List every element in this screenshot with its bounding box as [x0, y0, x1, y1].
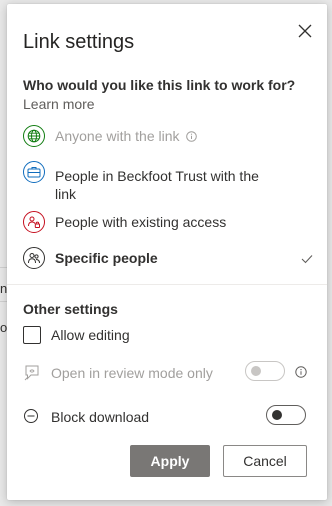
option-label: Anyone with the link [55, 128, 180, 144]
apply-button[interactable]: Apply [130, 445, 210, 477]
option-specific-people[interactable]: Specific people [23, 247, 313, 269]
panel-title: Link settings [23, 31, 135, 53]
other-settings-title: Other settings [23, 301, 118, 317]
option-existing-access[interactable]: People with existing access [23, 211, 313, 233]
info-icon[interactable] [186, 128, 198, 146]
cancel-button[interactable]: Cancel [223, 445, 307, 477]
option-people-in-org[interactable]: People in Beckfoot Trust with the link [23, 161, 313, 203]
block-download-label: Block download [51, 409, 150, 425]
option-label: Specific people [55, 250, 158, 266]
checkmark-icon [301, 251, 313, 269]
people-icon [23, 247, 45, 269]
block-download-row: Block download [23, 408, 149, 426]
learn-more-link[interactable]: Learn more [23, 96, 95, 112]
review-mode-toggle[interactable] [245, 361, 285, 381]
section-divider [7, 284, 327, 285]
option-label: People with existing access [55, 214, 227, 230]
allow-editing-row[interactable]: Allow editing [23, 326, 130, 344]
option-anyone-with-link[interactable]: Anyone with the link [23, 125, 313, 147]
review-mode-row: Open in review mode only [23, 364, 213, 382]
people-lock-icon [23, 211, 45, 233]
review-mode-info-icon[interactable] [295, 365, 307, 383]
block-download-toggle[interactable] [266, 405, 306, 425]
briefcase-icon [23, 161, 45, 183]
allow-editing-label: Allow editing [51, 327, 130, 343]
audience-question: Who would you like this link to work for… [23, 77, 296, 93]
close-icon[interactable] [297, 23, 313, 39]
allow-editing-checkbox[interactable] [23, 326, 41, 344]
block-icon [23, 408, 41, 426]
review-mode-label: Open in review mode only [51, 365, 213, 381]
globe-icon [23, 125, 45, 147]
option-label: People in Beckfoot Trust with the link [55, 168, 259, 202]
link-settings-panel: Link settings Who would you like this li… [7, 4, 327, 500]
review-mode-icon [23, 364, 41, 382]
